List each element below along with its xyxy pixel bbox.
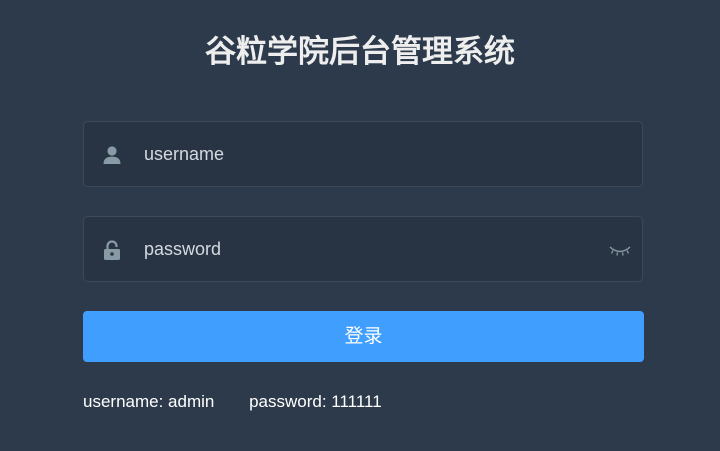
login-button[interactable]: 登录 xyxy=(83,311,644,362)
tip-password: password: 111111 xyxy=(249,392,382,411)
password-field-container xyxy=(83,216,643,282)
user-icon xyxy=(101,144,123,166)
password-input[interactable] xyxy=(144,217,584,281)
lock-icon xyxy=(101,239,123,261)
login-tips: username: admin password: 111111 xyxy=(83,391,382,413)
eye-closed-icon[interactable] xyxy=(608,241,632,259)
page-title: 谷粒学院后台管理系统 xyxy=(205,34,515,70)
username-field-container xyxy=(83,121,643,187)
login-container: 谷粒学院后台管理系统 username 登录 username: admin p… xyxy=(0,0,720,451)
username-input[interactable] xyxy=(144,122,584,186)
tip-username: username: admin xyxy=(83,392,215,411)
